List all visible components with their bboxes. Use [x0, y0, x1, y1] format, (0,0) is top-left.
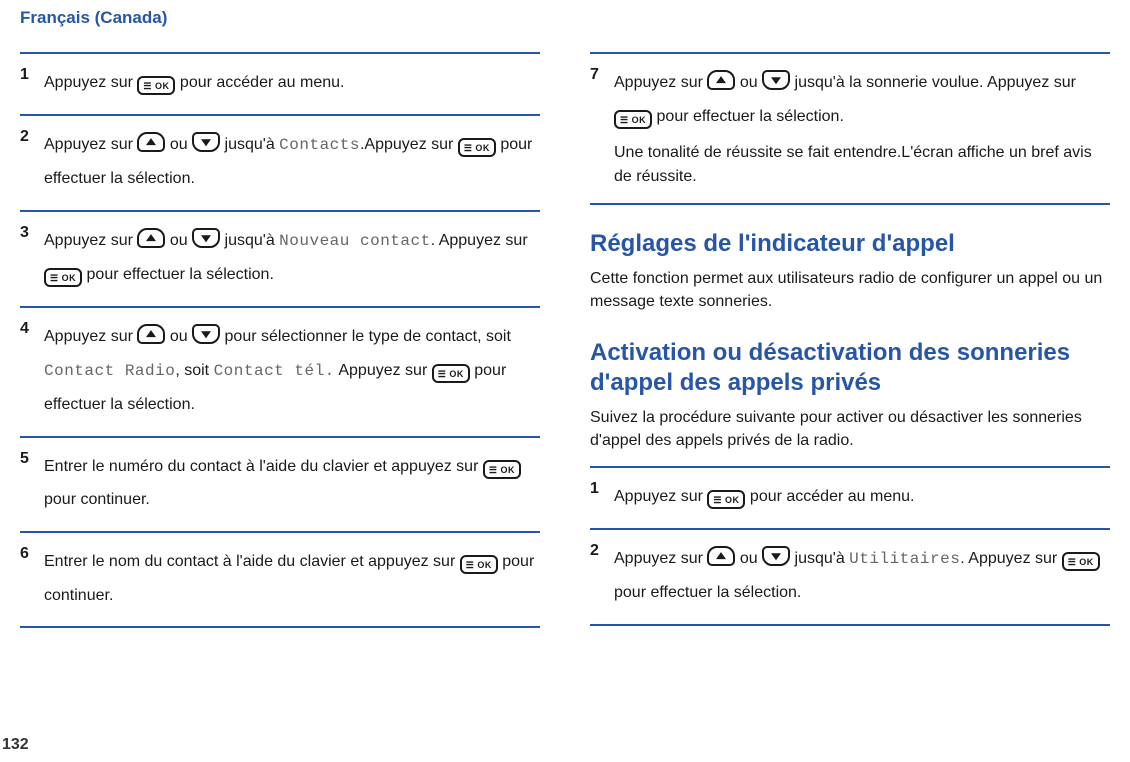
- section-heading-indicator: Réglages de l'indicateur d'appel: [590, 229, 1110, 259]
- up-button-icon: [707, 546, 735, 566]
- step-number: 5: [20, 450, 32, 517]
- left-column: 1Appuyez sur OK pour accéder au menu.2Ap…: [20, 52, 540, 628]
- step-number: 6: [20, 545, 32, 612]
- ok-button-icon: OK: [614, 110, 652, 129]
- step-body: Appuyez sur ou jusqu'à Contacts.Appuyez …: [44, 128, 540, 196]
- step-body: Appuyez sur ou jusqu'à la sonnerie voulu…: [614, 66, 1110, 189]
- section-paragraph: Suivez la procédure suivante pour active…: [590, 406, 1110, 452]
- document-header: Français (Canada): [20, 0, 1110, 34]
- step-number: 7: [590, 66, 602, 189]
- section-heading-activation: Activation ou désactivation des sonnerie…: [590, 338, 1110, 398]
- menu-label: Utilitaires: [849, 550, 960, 568]
- page-number: 132: [2, 736, 29, 754]
- step-number: 4: [20, 320, 32, 422]
- ok-button-icon: OK: [1062, 552, 1100, 571]
- step-row: 7Appuyez sur ou jusqu'à la sonnerie voul…: [590, 54, 1110, 205]
- step-row: 1 Appuyez sur OK pour accéder au menu.: [20, 54, 540, 116]
- step-body: Appuyez sur OK pour accéder au menu.: [44, 66, 540, 100]
- step-row: 3Appuyez sur ou jusqu'à Nouveau contact.…: [20, 212, 540, 308]
- up-button-icon: [137, 132, 165, 152]
- step-row: 2Appuyez sur ou jusqu'à Utilitaires. App…: [590, 530, 1110, 626]
- step-body: Appuyez sur ou jusqu'à Utilitaires. Appu…: [614, 542, 1110, 610]
- ok-button-icon: OK: [483, 460, 521, 479]
- down-button-icon: [192, 324, 220, 344]
- step-body: Appuyez sur OK pour accéder au menu.: [614, 480, 1110, 514]
- step-number: 2: [590, 542, 602, 610]
- menu-label: Contact Radio: [44, 362, 175, 380]
- content-columns: 1Appuyez sur OK pour accéder au menu.2Ap…: [20, 52, 1110, 628]
- down-button-icon: [762, 546, 790, 566]
- ok-button-icon: OK: [44, 268, 82, 287]
- ok-button-icon: OK: [458, 138, 496, 157]
- down-button-icon: [762, 70, 790, 90]
- step-row: 5Entrer le numéro du contact à l'aide du…: [20, 438, 540, 533]
- down-button-icon: [192, 132, 220, 152]
- up-button-icon: [137, 324, 165, 344]
- step-body: Appuyez sur ou pour sélectionner le type…: [44, 320, 540, 422]
- menu-label: Contacts: [279, 136, 360, 154]
- menu-label: Nouveau contact: [279, 232, 431, 250]
- step-row: 4Appuyez sur ou pour sélectionner le typ…: [20, 308, 540, 438]
- down-button-icon: [192, 228, 220, 248]
- step-body: Appuyez sur ou jusqu'à Nouveau contact. …: [44, 224, 540, 292]
- menu-label: Contact tél.: [214, 362, 335, 380]
- right-column: 7Appuyez sur ou jusqu'à la sonnerie voul…: [590, 52, 1110, 628]
- step-row: 2Appuyez sur ou jusqu'à Contacts.Appuyez…: [20, 116, 540, 212]
- step-number: 1: [20, 66, 32, 100]
- ok-button-icon: OK: [432, 364, 470, 383]
- up-button-icon: [707, 70, 735, 90]
- up-button-icon: [137, 228, 165, 248]
- ok-button-icon: OK: [707, 490, 745, 509]
- step-number: 3: [20, 224, 32, 292]
- step-row: 6Entrer le nom du contact à l'aide du cl…: [20, 533, 540, 628]
- ok-button-icon: OK: [137, 76, 175, 95]
- step-row: 1 Appuyez sur OK pour accéder au menu.: [590, 468, 1110, 530]
- step-body: Entrer le numéro du contact à l'aide du …: [44, 450, 540, 517]
- step-number: 1: [590, 480, 602, 514]
- ok-button-icon: OK: [460, 555, 498, 574]
- section-paragraph: Cette fonction permet aux utilisateurs r…: [590, 267, 1110, 313]
- step-number: 2: [20, 128, 32, 196]
- step-body: Entrer le nom du contact à l'aide du cla…: [44, 545, 540, 612]
